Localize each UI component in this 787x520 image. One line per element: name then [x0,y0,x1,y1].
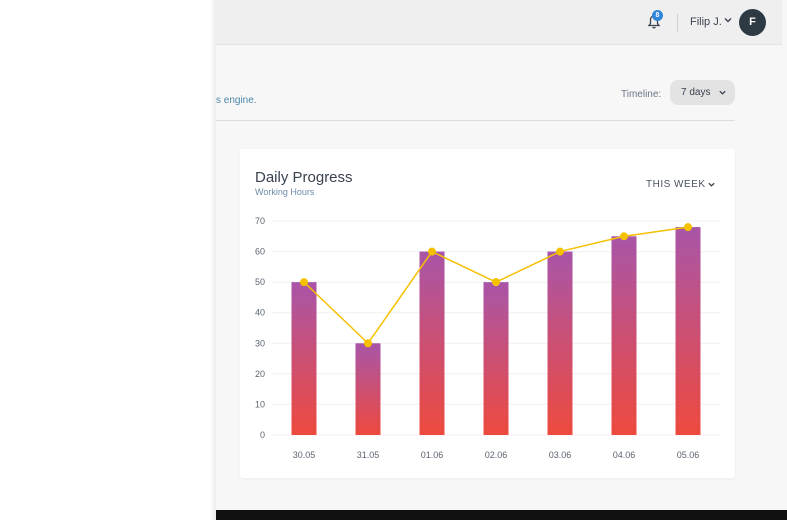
avatar[interactable]: F [739,9,766,36]
section-divider [216,120,735,121]
bar [419,251,445,435]
bottom-bar [216,510,787,520]
line-point [364,339,372,348]
app-window: 8 Filip J. F s engine. Timeline: 7 days … [216,0,787,510]
line-point [428,247,436,256]
line-point [300,278,308,287]
line-point [620,232,628,241]
line-point [556,247,564,256]
bar [547,251,573,435]
chevron-down-icon[interactable] [723,15,733,25]
bar [483,282,509,435]
chevron-down-icon [719,90,726,95]
bar [611,236,637,435]
page-subtitle: s engine. [216,95,257,106]
timeline-label: Timeline: [621,89,662,100]
y-tick-label: 0 [260,430,265,440]
notification-badge: 8 [652,10,663,21]
y-tick-label: 20 [255,369,265,379]
line-point [492,278,500,287]
timeline-value: 7 days [681,87,711,98]
header-divider [677,14,678,32]
line-point [684,223,692,232]
timeline-select[interactable]: 7 days [670,80,735,105]
x-tick-label: 03.06 [549,450,572,460]
x-tick-label: 05.06 [677,450,700,460]
user-name[interactable]: Filip J. [690,16,722,28]
y-tick-label: 40 [255,308,265,318]
y-tick-label: 30 [255,338,265,348]
y-tick-label: 70 [255,216,265,226]
y-tick-label: 60 [255,247,265,257]
top-bar: 8 Filip J. F [216,0,782,45]
y-tick-label: 50 [255,277,265,287]
bar [675,227,701,435]
x-tick-label: 01.06 [421,450,444,460]
x-tick-label: 04.06 [613,450,636,460]
daily-progress-chart: 0 10 20 30 40 50 60 70 30.05 31.05 01.06 02.06 03.06… [255,216,720,460]
bar [291,282,317,435]
x-tick-label: 30.05 [293,450,316,460]
x-tick-label: 02.06 [485,450,508,460]
y-tick-label: 10 [255,399,265,409]
x-tick-label: 31.05 [357,450,380,460]
bar [355,343,381,435]
daily-progress-card: Daily Progress Working Hours THIS WEEK 0… [240,149,735,478]
